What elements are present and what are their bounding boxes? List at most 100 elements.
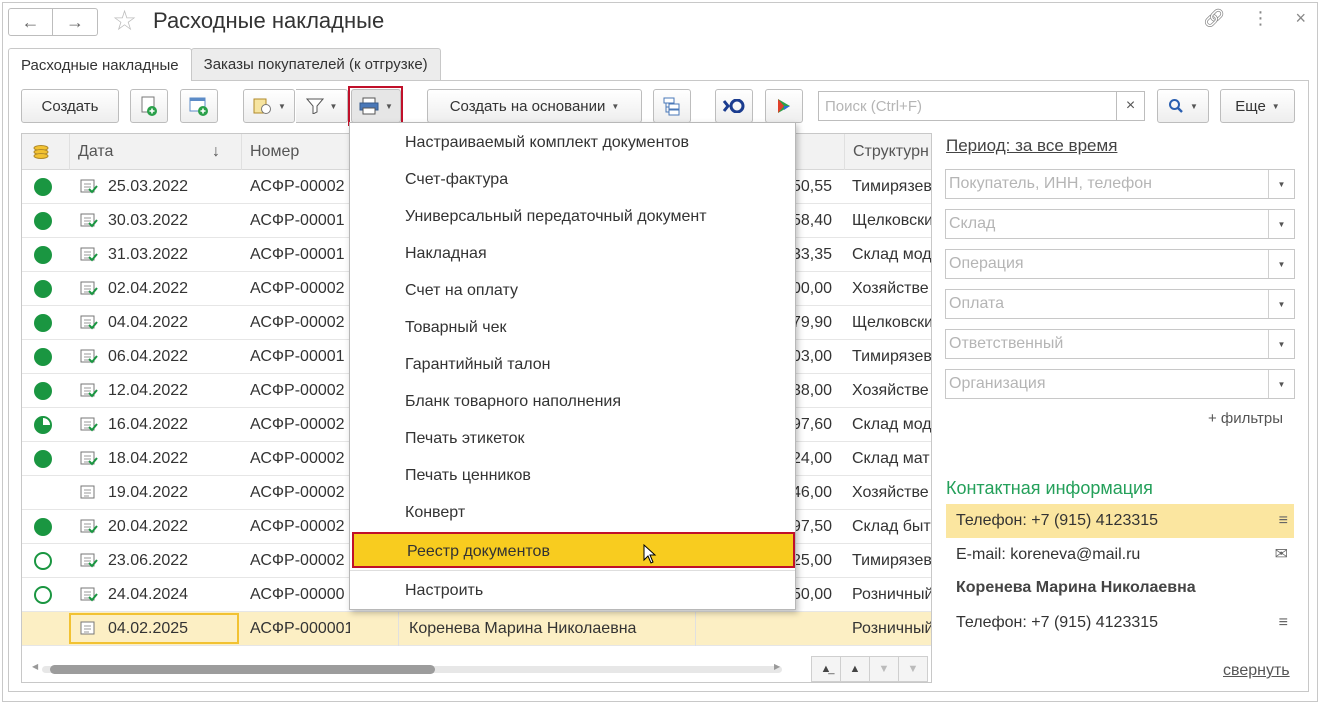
document-icon <box>80 485 95 499</box>
print-menu-item[interactable]: Настраиваемый комплект документов <box>350 125 795 161</box>
scroll-left-icon[interactable]: ◀ <box>32 662 38 671</box>
folder-documents-icon <box>253 98 272 114</box>
print-menu-item[interactable]: Накладная <box>350 236 795 272</box>
filter-button[interactable]: ▼ <box>296 89 348 123</box>
search-options-button[interactable]: ▼ <box>1157 89 1209 123</box>
favorite-star-icon[interactable]: ☆ <box>112 6 137 36</box>
print-menu-item[interactable]: Бланк товарного наполнения <box>350 384 795 420</box>
filter-input[interactable] <box>946 290 1266 318</box>
status-full-icon <box>34 450 52 468</box>
document-posted-icon <box>80 519 98 534</box>
collapse-link[interactable]: свернуть <box>1223 662 1290 680</box>
status-full-icon <box>34 280 52 298</box>
chevron-down-icon: ▼ <box>329 101 338 111</box>
create-based-on-button[interactable]: Создать на основании ▼ <box>427 89 642 123</box>
copy-document-button[interactable] <box>130 89 168 123</box>
horizontal-scrollbar[interactable]: ◀ ▶ ▲̲ ▲ ▼ ▼ <box>22 654 931 682</box>
search-clear-button[interactable]: × <box>1116 92 1144 120</box>
print-settings-item[interactable]: Настроить <box>350 573 795 609</box>
dropdown-button[interactable]: ▼ <box>1268 170 1294 198</box>
more-vertical-icon[interactable]: ⋮ <box>1251 8 1269 29</box>
print-menu-item[interactable]: Печать ценников <box>350 458 795 494</box>
play-color-icon <box>778 99 790 113</box>
first-row-button[interactable]: ▲̲ <box>811 656 841 682</box>
period-filter-link[interactable]: Период: за все время <box>946 136 1117 156</box>
print-menu-item[interactable]: Счет на оплату <box>350 273 795 309</box>
documents-flow-button[interactable]: ▼ <box>243 89 295 123</box>
dropdown-button[interactable]: ▼ <box>1268 210 1294 238</box>
link-icon[interactable]: 🔗︎ <box>1203 8 1226 29</box>
chevron-down-icon: ▼ <box>1277 179 1286 189</box>
row-amount: 58,40 <box>792 212 832 229</box>
tab-sales-invoices[interactable]: Расходные накладные <box>8 48 192 81</box>
search-input[interactable] <box>823 93 1117 119</box>
more-label: Еще <box>1235 97 1266 115</box>
filter-input[interactable] <box>946 210 1266 238</box>
row-number: АСФР-00002 <box>250 518 345 535</box>
row-structure: Тимирязев <box>852 552 932 569</box>
prev-row-button[interactable]: ▲ <box>840 656 870 682</box>
print-menu-item[interactable]: Печать этикеток <box>350 421 795 457</box>
add-list-button[interactable] <box>180 89 218 123</box>
print-menu-item[interactable]: Товарный чек <box>350 310 795 346</box>
scroll-right-icon[interactable]: ▶ <box>774 662 780 671</box>
row-number: АСФР-00001 <box>250 246 345 263</box>
row-number: АСФР-00001 <box>250 212 345 229</box>
row-date: 31.03.2022 <box>108 246 189 263</box>
yookassa-button[interactable] <box>715 89 753 123</box>
contact-email-row[interactable]: E-mail: koreneva@mail.ru ✉︎ <box>946 538 1294 572</box>
print-menu-item-highlighted[interactable]: Реестр документов <box>352 532 795 568</box>
document-posted-icon <box>80 281 98 296</box>
forward-button[interactable]: → <box>53 8 98 36</box>
contact-phone2-row[interactable]: Телефон: +7 (915) 4123315 ≡ <box>946 606 1294 640</box>
next-row-button[interactable]: ▼ <box>869 656 899 682</box>
document-icon <box>80 621 95 635</box>
row-structure: Тимирязев <box>852 178 932 195</box>
print-menu-item[interactable]: Универсальный передаточный документ <box>350 199 795 235</box>
chevron-down-icon: ▼ <box>1277 259 1286 269</box>
row-number: АСФР-00001 <box>250 348 345 365</box>
search-box: × <box>818 91 1145 121</box>
print-menu-item[interactable]: Счет-фактура <box>350 162 795 198</box>
menu-separator <box>350 570 795 571</box>
mouse-cursor-icon <box>643 544 657 564</box>
structure-column-header[interactable]: Структурн <box>844 134 931 170</box>
filter-input[interactable] <box>946 370 1266 398</box>
menu-lines-icon[interactable]: ≡ <box>1279 504 1288 538</box>
back-button[interactable]: ← <box>8 8 53 36</box>
row-amount: 79,90 <box>792 314 832 331</box>
row-date: 02.04.2022 <box>108 280 189 297</box>
number-column-header[interactable]: Номер <box>241 134 351 170</box>
row-number: АСФР-00002 <box>250 484 345 501</box>
close-icon[interactable]: × <box>1295 8 1306 29</box>
contact-phone-row[interactable]: Телефон: +7 (915) 4123315 ≡ <box>946 504 1294 538</box>
status-full-icon <box>34 314 52 332</box>
print-menu-item[interactable]: Гарантийный талон <box>350 347 795 383</box>
more-filters-link[interactable]: + фильтры <box>1208 410 1283 427</box>
filter-input[interactable] <box>946 250 1266 278</box>
tab-customer-orders[interactable]: Заказы покупателей (к отгрузке) <box>190 48 441 80</box>
filter-input[interactable] <box>946 330 1266 358</box>
envelope-icon[interactable]: ✉︎ <box>1275 538 1288 572</box>
more-button[interactable]: Еще ▼ <box>1220 89 1295 123</box>
print-menu-item[interactable]: Конверт <box>350 495 795 531</box>
document-posted-icon <box>80 417 98 432</box>
dropdown-button[interactable]: ▼ <box>1268 250 1294 278</box>
row-date: 18.04.2022 <box>108 450 189 467</box>
table-row[interactable]: 04.02.2025 АСФР-000001 Коренева Марина Ник… <box>22 612 931 646</box>
create-button[interactable]: Создать <box>21 89 119 123</box>
chevron-down-icon: ▼ <box>278 101 286 111</box>
last-row-button[interactable]: ▼ <box>898 656 928 682</box>
chevron-down-icon: ▼ <box>1277 379 1286 389</box>
date-column-header[interactable]: Дата ↓ <box>69 134 241 170</box>
dropdown-button[interactable]: ▼ <box>1268 370 1294 398</box>
filter-input[interactable] <box>946 170 1266 198</box>
structure-button[interactable] <box>653 89 691 123</box>
share-button[interactable] <box>765 89 803 123</box>
payment-column-header[interactable] <box>22 134 69 170</box>
scrollbar-thumb[interactable] <box>50 665 435 674</box>
dropdown-button[interactable]: ▼ <box>1268 290 1294 318</box>
dropdown-button[interactable]: ▼ <box>1268 330 1294 358</box>
menu-lines-icon[interactable]: ≡ <box>1279 606 1288 640</box>
down-icon: ▼ <box>878 663 890 675</box>
